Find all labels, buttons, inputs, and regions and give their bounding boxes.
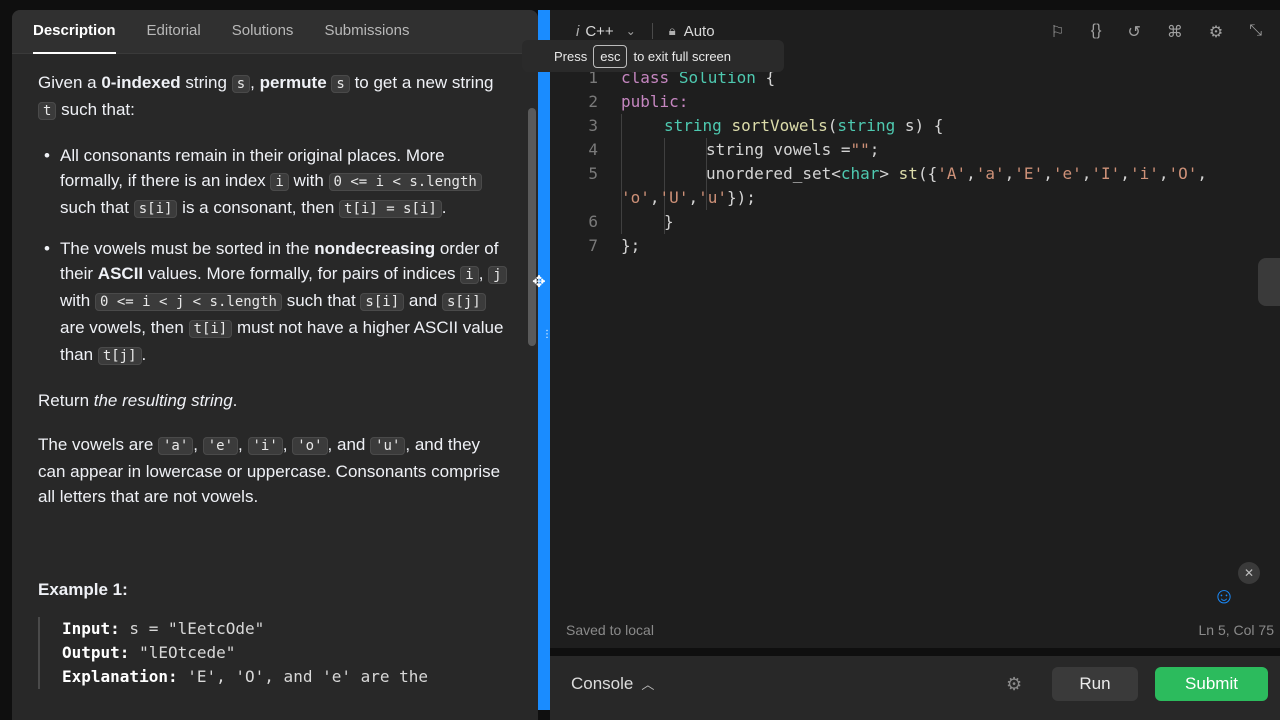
tab-editorial[interactable]: Editorial [136,10,212,54]
tab-solutions[interactable]: Solutions [221,10,305,54]
description-panel: Description Editorial Solutions Submissi… [12,10,538,720]
console-toggle[interactable]: Console ︿ [571,674,654,694]
code-area[interactable]: 1 class Solution { 2 public: 3 string sortV… [550,66,1280,258]
problem-description: Given a 0-indexed string s, permute s to… [38,70,508,689]
code-line-6: 6} [588,212,674,231]
side-panel-handle[interactable] [1258,258,1280,306]
lock-icon: 🔒︎ [668,23,676,38]
command-icon[interactable]: ⌘ [1167,22,1183,42]
example-output: Output: "lEOtcede" [62,643,236,662]
debug-icon[interactable]: ⚙︎ [1006,674,1022,695]
autocomplete-mode[interactable]: Auto [684,23,715,40]
code-line-2: 2 public: [588,92,689,111]
cursor-position: Ln 5, Col 75 [1198,622,1275,638]
list-item: • The vowels must be sorted in the nondec… [38,236,508,369]
panel-resize-divider[interactable]: ⋮ [538,10,552,710]
code-line-3: 3 string sortVowels(string s) { [588,116,944,135]
esc-key: esc [593,44,628,68]
save-status: Saved to local [566,622,654,638]
code-editor: i C++ ⌄ 🔒︎ Auto ⚐ {} ↺ ⌘ ⚙ ⤡ 1 class Solu… [550,10,1280,648]
run-button[interactable]: Run [1052,667,1138,701]
return-paragraph: Return the resulting string. [38,391,238,410]
bookmark-icon[interactable]: ⚐ [1050,22,1064,42]
tab-description[interactable]: Description [22,10,127,54]
code-line-5: 5 unordered_set<char> st({'A','a','E','e'… [588,164,1208,183]
chevron-up-icon: ︿ [641,677,655,692]
language-select[interactable]: C++ [585,23,613,40]
list-item: • All consonants remain in their original… [38,143,508,222]
chevron-down-icon[interactable]: ⌄ [626,24,636,38]
tab-submissions[interactable]: Submissions [313,10,420,54]
editor-actions: ⚐ {} ↺ ⌘ ⚙ ⤡ [1050,22,1262,42]
settings-icon[interactable]: ⚙ [1209,22,1223,42]
example-block: Input: s = "lEetcOde" Output: "lEOtcede"… [38,617,508,689]
collapse-icon[interactable]: ⤡ [1249,22,1262,42]
vowels-paragraph: The vowels are 'a', 'e', 'i', 'o', and '… [38,435,501,506]
console-bar: Console ︿ ⚙︎ Run Submit [550,656,1280,720]
description-scrollbar[interactable] [528,108,536,346]
code-line-5-wrap: 'o','U','u'}); [621,188,756,207]
reset-icon[interactable]: ↺ [1127,22,1140,42]
rules-list: • All consonants remain in their original… [38,143,508,369]
drag-handle-icon: ⋮ [542,329,552,340]
code-line-4: 4 string vowels =""; [588,140,880,159]
intro-paragraph: Given a 0-indexed string s, permute s to… [38,73,494,120]
editor-status-bar: Saved to local Ln 5, Col 75 [550,622,1280,646]
braces-icon[interactable]: {} [1091,22,1102,42]
info-icon: i [576,22,580,40]
panel-tabs: Description Editorial Solutions Submissi… [12,10,538,54]
example-title: Example 1: [38,580,128,599]
fullscreen-tooltip: Press esc to exit full screen [522,40,784,72]
code-line-7: 7}; [588,236,641,255]
submit-button[interactable]: Submit [1155,667,1268,701]
move-icon: ✥ [532,274,546,291]
example-input: Input: s = "lEetcOde" [62,619,265,638]
close-icon[interactable]: ✕ [1238,562,1260,584]
toolbar-divider [651,23,653,39]
example-explanation: Explanation: 'E', 'O', and 'e' are the [62,667,429,686]
